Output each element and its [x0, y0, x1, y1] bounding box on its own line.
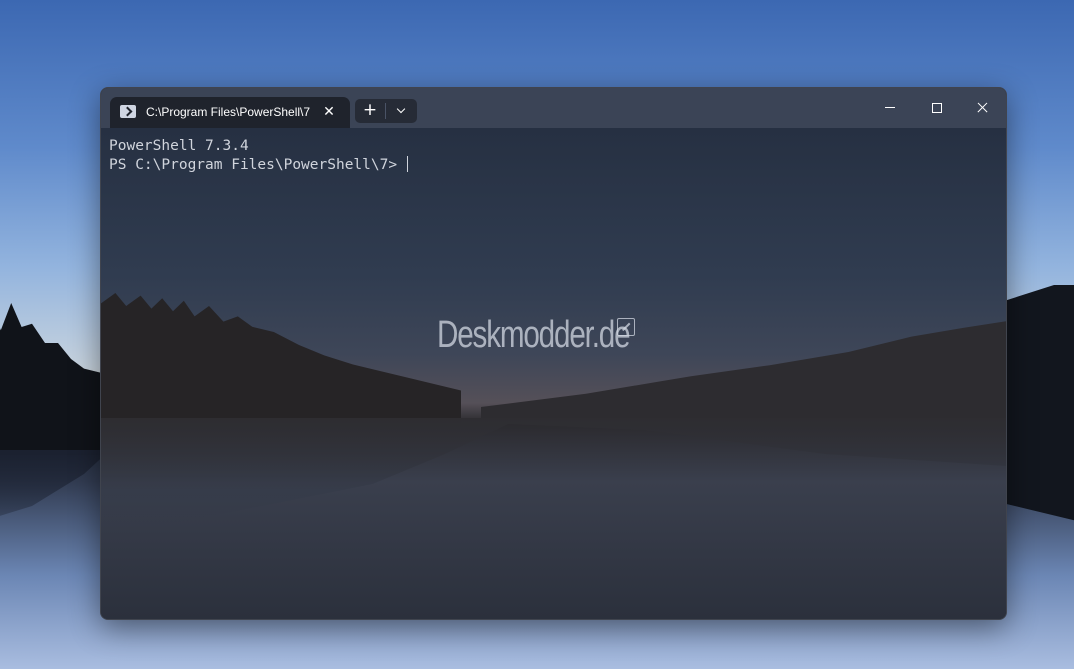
tab-title: C:\Program Files\PowerShell\7: [146, 105, 310, 119]
new-tab-group: +: [355, 99, 417, 123]
terminal-prompt: PS C:\Program Files\PowerShell\7>: [109, 157, 406, 173]
background-reflection: [101, 418, 1006, 532]
close-button[interactable]: [962, 93, 1002, 123]
background-trees-left: [0, 303, 110, 455]
watermark-text: Deskmodder.de: [437, 314, 631, 356]
terminal-output: PowerShell 7.3.4 PS C:\Program Files\Powe…: [109, 137, 408, 175]
powershell-icon: [120, 105, 136, 118]
terminal-prompt-line[interactable]: PS C:\Program Files\PowerShell\7>: [109, 156, 408, 175]
maximize-button[interactable]: [916, 93, 956, 123]
minimize-button[interactable]: [870, 93, 910, 123]
terminal-line: PowerShell 7.3.4: [109, 138, 249, 154]
tab-close-button[interactable]: ✕: [320, 102, 338, 122]
title-bar[interactable]: C:\Program Files\PowerShell\7 ✕ +: [101, 88, 1006, 128]
background-reflection-left: [0, 450, 110, 522]
watermark-logo-icon: [617, 318, 635, 336]
new-tab-button[interactable]: +: [355, 99, 385, 123]
terminal-area[interactable]: Deskmodder.de PowerShell 7.3.4 PS C:\Prog…: [101, 128, 1006, 619]
tab-powershell[interactable]: C:\Program Files\PowerShell\7 ✕: [110, 97, 350, 128]
terminal-window: C:\Program Files\PowerShell\7 ✕ + Deskmo…: [100, 87, 1007, 620]
dropdown-button[interactable]: [386, 99, 417, 123]
desktop-background: C:\Program Files\PowerShell\7 ✕ + Deskmo…: [0, 0, 1074, 669]
background-trees: [101, 293, 461, 423]
text-cursor: [406, 156, 408, 172]
